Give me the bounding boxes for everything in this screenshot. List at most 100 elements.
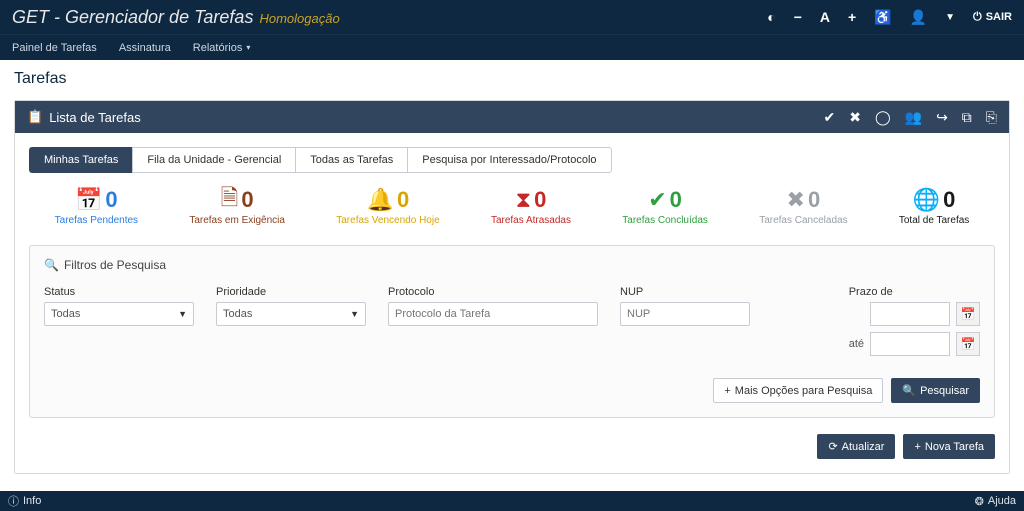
protocolo-label: Protocolo [388,286,598,298]
font-decrease-icon[interactable]: − [794,9,802,25]
filters-title-text: Filtros de Pesquisa [64,258,166,272]
plus-icon: + [914,441,920,453]
check-bold-icon: ✔ [648,187,666,213]
check-icon[interactable]: ✔ [823,109,835,126]
nup-label: NUP [620,286,750,298]
tab-fila-unidade[interactable]: Fila da Unidade - Gerencial [132,147,296,173]
bottombar: ⓘ Info ❂ Ajuda [0,491,1024,511]
topbar: GET - Gerenciador de Tarefas Homologação… [0,0,1024,34]
stat-atrasadas-count: 0 [534,187,546,213]
info-link[interactable]: ⓘ Info [8,493,41,509]
stat-vencendo[interactable]: 🔔0 Tarefas Vencendo Hoje [336,187,439,227]
stat-concluidas-count: 0 [670,187,682,213]
protocolo-input[interactable] [388,302,598,326]
logout-button[interactable]: ⏻ SAIR [973,11,1012,24]
nav-assinatura[interactable]: Assinatura [119,42,171,54]
tab-minhas-tarefas[interactable]: Minhas Tarefas [29,147,133,173]
stat-total[interactable]: 🌐0 Total de Tarefas [899,187,969,227]
ajuda-label: Ajuda [988,495,1016,507]
stat-vencendo-label: Tarefas Vencendo Hoje [336,215,439,227]
prazo-de-input[interactable] [870,302,950,326]
logout-label: SAIR [986,11,1012,23]
status-select[interactable]: Todas ▼ [44,302,194,326]
status-label: Status [44,286,194,298]
users-icon[interactable]: 👥 [905,109,922,126]
search-icon: 🔍 [902,384,916,397]
stat-concluidas[interactable]: ✔0 Tarefas Concluídas [622,187,708,227]
nav-painel-tarefas[interactable]: Painel de Tarefas [12,42,97,54]
nup-input[interactable] [620,302,750,326]
stat-exigencia-count: 0 [241,187,253,213]
info-label: Info [23,495,41,507]
stat-total-label: Total de Tarefas [899,215,969,227]
globe-icon: 🌐 [913,187,940,213]
atualizar-button[interactable]: ⟳ Atualizar [817,434,895,459]
pesquisar-button[interactable]: 🔍 Pesquisar [891,378,980,403]
filters-title: 🔍 Filtros de Pesquisa [44,258,980,272]
prioridade-value: Todas [223,308,252,320]
font-reset-icon[interactable]: A [820,9,830,25]
nav-painel-label: Painel de Tarefas [12,42,97,54]
ate-label: até [849,338,864,350]
prazo-ate-calendar-button[interactable]: 📅 [956,332,980,356]
pdf-icon[interactable]: ⎘ [986,109,997,126]
panel-header: 📋 Lista de Tarefas ✔ ✖ ◯ 👥 ↪ ⧉ ⎘ [15,101,1009,133]
calendar-icon: 📅 [75,187,102,213]
stat-pendentes-label: Tarefas Pendentes [55,215,138,227]
nav-assinatura-label: Assinatura [119,42,171,54]
status-value: Todas [51,308,80,320]
stat-exigencia-label: Tarefas em Exigência [189,215,285,227]
stat-exigencia[interactable]: 🗎0 Tarefas em Exigência [189,187,285,227]
file-icon: 🗎 [221,181,239,219]
chevron-down-icon: ▼ [178,309,187,319]
nova-tarefa-label: Nova Tarefa [925,441,984,453]
stat-canceladas[interactable]: ✖0 Tarefas Canceladas [759,187,847,227]
forward-icon[interactable]: ↪ [936,109,948,126]
filters-panel: 🔍 Filtros de Pesquisa Status Todas ▼ Pri… [29,245,995,418]
stat-canceladas-label: Tarefas Canceladas [759,215,847,227]
close-icon[interactable]: ✖ [849,109,861,126]
tab-pesquisa-label: Pesquisa por Interessado/Protocolo [422,154,596,166]
stat-pendentes-count: 0 [105,187,117,213]
copy-icon[interactable]: ⧉ [962,109,972,126]
stat-atrasadas-label: Tarefas Atrasadas [491,215,571,227]
tab-pesquisa[interactable]: Pesquisa por Interessado/Protocolo [407,147,611,173]
tab-todas-tarefas[interactable]: Todas as Tarefas [295,147,408,173]
stat-atrasadas[interactable]: ⧗0 Tarefas Atrasadas [491,187,571,227]
calendar-icon: 📅 [961,307,976,321]
tab-todas-label: Todas as Tarefas [310,154,393,166]
prioridade-label: Prioridade [216,286,366,298]
contrast-icon[interactable]: ◐ [767,9,775,25]
prazo-ate-input[interactable] [870,332,950,356]
prazo-label: Prazo de [849,286,980,298]
stat-concluidas-label: Tarefas Concluídas [622,215,708,227]
atualizar-label: Atualizar [842,441,885,453]
font-increase-icon[interactable]: + [848,9,856,25]
plus-icon: + [724,385,730,397]
stat-canceladas-count: 0 [808,187,820,213]
stats-row: 📅0 Tarefas Pendentes 🗎0 Tarefas em Exigê… [29,187,995,227]
tab-fila-label: Fila da Unidade - Gerencial [147,154,281,166]
calendar-icon: 📅 [961,337,976,351]
user-menu-caret-icon[interactable]: ▼ [945,12,955,23]
user-icon[interactable]: 👤 [910,9,927,26]
nova-tarefa-button[interactable]: + Nova Tarefa [903,434,995,459]
bell-icon: 🔔 [367,187,394,213]
refresh-icon: ⟳ [828,440,837,453]
nav-relatorios-label: Relatórios [193,42,243,54]
prioridade-select[interactable]: Todas ▼ [216,302,366,326]
ajuda-link[interactable]: ❂ Ajuda [975,495,1016,508]
nav-relatorios[interactable]: Relatórios ▾ [193,42,251,54]
prazo-de-calendar-button[interactable]: 📅 [956,302,980,326]
hourglass-icon: ⧗ [516,187,531,213]
navbar: Painel de Tarefas Assinatura Relatórios … [0,34,1024,60]
app-env-badge: Homologação [259,11,339,26]
accessibility-icon[interactable]: ♿ [874,9,891,26]
comment-icon[interactable]: ◯ [875,109,891,126]
stat-pendentes[interactable]: 📅0 Tarefas Pendentes [55,187,138,227]
chevron-down-icon: ▼ [350,309,359,319]
page-title: Tarefas [0,60,1024,94]
mais-opcoes-button[interactable]: + Mais Opções para Pesquisa [713,378,883,403]
stat-vencendo-count: 0 [397,187,409,213]
task-view-tabs: Minhas Tarefas Fila da Unidade - Gerenci… [29,147,995,173]
